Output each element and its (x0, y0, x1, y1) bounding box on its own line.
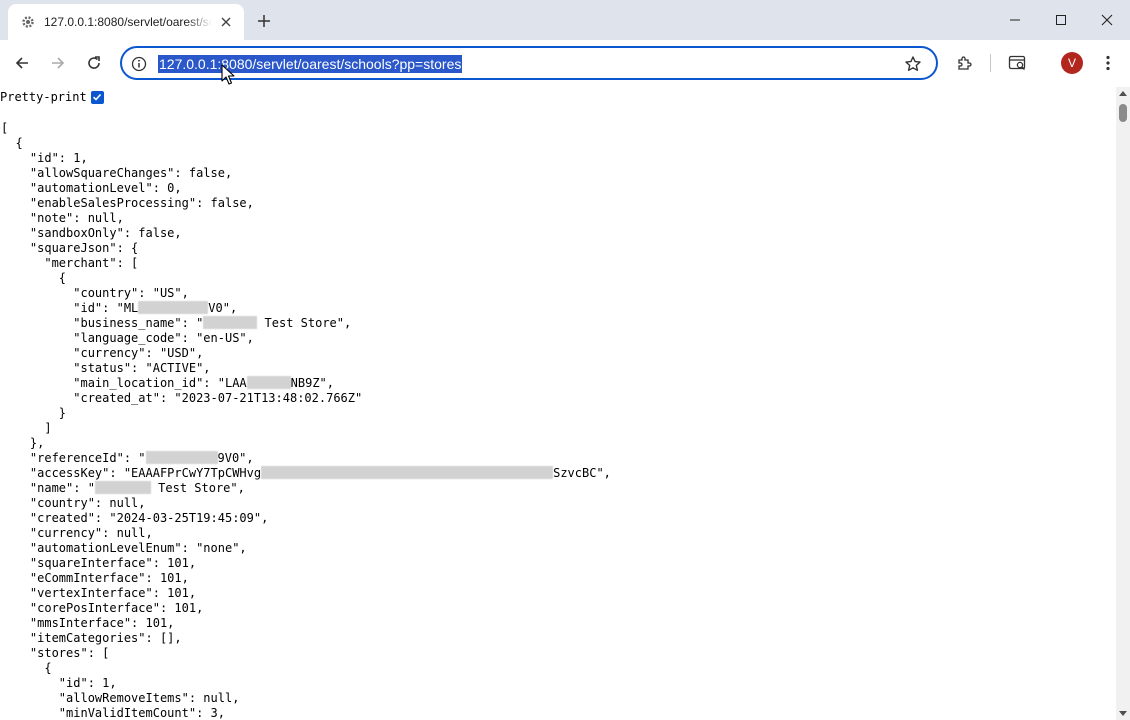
json-viewer: [ { "id": 1, "allowSquareChanges": false… (1, 121, 611, 720)
json-line: "language_code": "en-US", (1, 331, 254, 345)
redacted-text (261, 466, 554, 479)
json-line: "automationLevelEnum": "none", (1, 541, 247, 555)
json-line: "vertexInterface": 101, (1, 586, 197, 600)
redacted-text (138, 301, 209, 314)
close-tab-icon[interactable] (216, 12, 236, 32)
close-window-button[interactable] (1084, 0, 1130, 40)
pretty-print-label: Pretty-print (0, 90, 87, 104)
json-line: "minValidItemCount": 3, (1, 706, 225, 720)
toolbar-separator (990, 54, 991, 72)
json-line: "allowRemoveItems": null, (1, 691, 240, 705)
json-line: "sandboxOnly": false, (1, 226, 182, 240)
json-line: "id": 1, (1, 151, 88, 165)
json-line: "status": "ACTIVE", (1, 361, 211, 375)
json-line: "allowSquareChanges": false, (1, 166, 233, 180)
pretty-print-checkbox[interactable] (90, 90, 104, 104)
json-line: { (1, 271, 67, 285)
profile-avatar[interactable]: V (1061, 52, 1083, 74)
json-line: "corePosInterface": 101, (1, 601, 204, 615)
json-line: ] (1, 421, 52, 435)
bookmark-star-icon[interactable] (904, 55, 922, 73)
address-bar[interactable]: 127.0.0.1:8080/servlet/oarest/schools?pp… (120, 46, 938, 80)
tab-search-icon[interactable] (1003, 48, 1033, 78)
json-line: "note": null, (1, 211, 124, 225)
json-line: "itemCategories": [], (1, 631, 182, 645)
scrollbar-thumb[interactable] (1119, 104, 1127, 122)
json-line: [ (1, 121, 9, 135)
reload-button[interactable] (79, 48, 109, 78)
json-line: "automationLevel": 0, (1, 181, 182, 195)
minimize-button[interactable] (992, 0, 1038, 40)
json-line: "created_at": "2023-07-21T13:48:02.766Z" (1, 391, 363, 405)
redacted-text (94, 481, 151, 494)
forward-button[interactable] (43, 48, 73, 78)
json-line: "id": "ML V0", (1, 301, 238, 315)
mouse-pointer-icon (221, 64, 235, 86)
json-line: "accessKey": "EAAAFPrCwY7TpCWHvg SzvcBC", (1, 466, 611, 480)
json-line: "main_location_id": "LAA NB9Z", (1, 376, 334, 390)
scroll-down-arrow-icon[interactable] (1119, 711, 1127, 716)
scroll-up-arrow-icon[interactable] (1119, 91, 1127, 96)
redacted-text (145, 451, 218, 464)
json-line: "id": 1, (1, 676, 117, 690)
page-content: Pretty-print [ { "id": 1, "allowSquareCh… (0, 87, 1116, 720)
menu-kebab-icon[interactable] (1093, 48, 1123, 78)
json-line: "currency": "USD", (1, 346, 204, 360)
json-line: "merchant": [ (1, 256, 139, 270)
json-line: "stores": [ (1, 646, 110, 660)
json-line: "country": "US", (1, 286, 189, 300)
json-line: { (1, 661, 52, 675)
json-line: { (1, 136, 23, 150)
json-line: "referenceId": " 9V0", (1, 451, 254, 465)
json-line: "business_name": " Test Store", (1, 316, 352, 330)
json-line: "name": " Test Store", (1, 481, 245, 495)
json-line: "currency": null, (1, 526, 153, 540)
extensions-puzzle-icon[interactable] (950, 48, 980, 78)
json-line: "country": null, (1, 496, 146, 510)
url-text[interactable]: 127.0.0.1:8080/servlet/oarest/schools?pp… (158, 55, 463, 73)
json-line: "squareInterface": 101, (1, 556, 197, 570)
json-line: } (1, 406, 67, 420)
settings-gear-icon (20, 14, 36, 30)
browser-toolbar: 127.0.0.1:8080/servlet/oarest/schools?pp… (0, 40, 1130, 87)
json-line: "enableSalesProcessing": false, (1, 196, 254, 210)
browser-tab[interactable]: 127.0.0.1:8080/servlet/oarest/sc (8, 4, 244, 40)
json-line: "mmsInterface": 101, (1, 616, 175, 630)
json-line: "created": "2024-03-25T19:45:09", (1, 511, 269, 525)
site-info-icon[interactable] (130, 55, 148, 73)
vertical-scrollbar[interactable] (1116, 87, 1130, 720)
json-line: "squareJson": { (1, 241, 139, 255)
redacted-text (246, 376, 291, 389)
json-line: "eCommInterface": 101, (1, 571, 189, 585)
redacted-text (203, 316, 258, 329)
new-tab-button[interactable] (252, 9, 276, 33)
maximize-button[interactable] (1038, 0, 1084, 40)
json-line: }, (1, 436, 45, 450)
back-button[interactable] (7, 48, 37, 78)
pretty-print-bar: Pretty-print (0, 88, 104, 106)
tab-title: 127.0.0.1:8080/servlet/oarest/sc (44, 15, 212, 29)
tab-strip: 127.0.0.1:8080/servlet/oarest/sc (0, 0, 1130, 40)
